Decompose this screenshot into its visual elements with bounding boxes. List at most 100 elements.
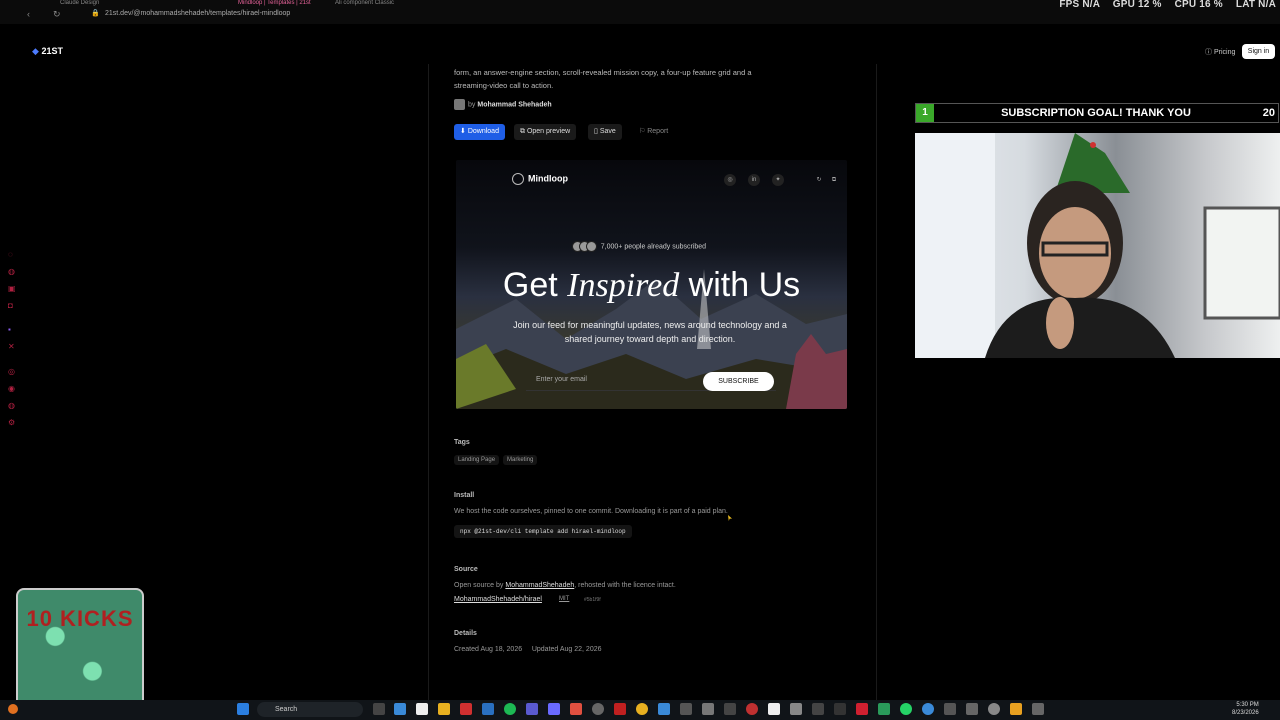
app-icon[interactable] bbox=[394, 703, 406, 715]
license-link[interactable]: MIT bbox=[559, 596, 569, 602]
app-icon[interactable] bbox=[482, 703, 494, 715]
details-dates: Created Aug 18, 2026 Updated Aug 22, 202… bbox=[454, 646, 602, 653]
source-suffix: , rehosted with the licence intact. bbox=[574, 582, 676, 589]
preview-body: Join our feed for meaningful updates, ne… bbox=[513, 320, 787, 344]
download-button[interactable]: ⬇ Download bbox=[454, 124, 505, 140]
pricing-label: Pricing bbox=[1213, 49, 1236, 56]
tab-active[interactable]: Mindloop | Templates | 21st bbox=[238, 0, 323, 7]
app-icon[interactable] bbox=[680, 703, 692, 715]
app-icon[interactable] bbox=[592, 703, 604, 715]
avatar bbox=[454, 99, 465, 110]
preview-brand: Mindloop bbox=[512, 173, 568, 185]
app-icon[interactable] bbox=[856, 703, 868, 715]
rail-icon[interactable]: ◍ bbox=[8, 268, 16, 276]
app-icon[interactable] bbox=[460, 703, 472, 715]
app-icon[interactable] bbox=[878, 703, 890, 715]
twitter-icon[interactable]: ✦ bbox=[772, 174, 784, 186]
refresh-icon[interactable]: ↻ bbox=[813, 174, 825, 186]
app-icon[interactable] bbox=[988, 703, 1000, 715]
tab[interactable]: Claude Design bbox=[60, 0, 130, 7]
source-prefix: Open source by bbox=[454, 582, 504, 589]
tab[interactable]: Ali component Classic bbox=[335, 0, 425, 7]
rail-icon[interactable]: ▣ bbox=[8, 285, 16, 293]
rail-icon[interactable]: ✕ bbox=[8, 343, 16, 351]
linkedin-icon[interactable]: in bbox=[748, 174, 760, 186]
app-icon[interactable] bbox=[658, 703, 670, 715]
taskview-icon[interactable] bbox=[373, 703, 385, 715]
rail-icon[interactable]: ⚙ bbox=[8, 419, 16, 427]
mouse-cursor-icon bbox=[728, 515, 732, 521]
app-icon[interactable] bbox=[966, 703, 978, 715]
windows-start-icon[interactable] bbox=[237, 703, 249, 715]
download-label: Download bbox=[467, 128, 499, 135]
kicks-label: 10 KICKS bbox=[26, 606, 134, 631]
app-icon[interactable] bbox=[570, 703, 582, 715]
signin-button[interactable]: Sign in bbox=[1242, 44, 1275, 59]
app-icon[interactable] bbox=[614, 703, 626, 715]
subscribe-button[interactable]: SUBSCRIBE bbox=[703, 372, 774, 391]
webcam-image bbox=[915, 133, 1280, 358]
author-name[interactable]: Mohammad Shehadeh bbox=[477, 101, 551, 108]
app-icon[interactable] bbox=[526, 703, 538, 715]
settings-icon[interactable] bbox=[1032, 703, 1044, 715]
back-icon[interactable]: ‹ bbox=[27, 9, 30, 19]
source-author-link[interactable]: MohammadShehadeh bbox=[505, 582, 574, 589]
site-logo[interactable]: ◆ 21ST bbox=[32, 46, 63, 57]
app-icon[interactable] bbox=[812, 703, 824, 715]
app-icon[interactable] bbox=[768, 703, 780, 715]
taskbar-clock[interactable]: 5:30 PM 8/23/2026 bbox=[1232, 701, 1259, 717]
rail-icon[interactable]: ◘ bbox=[8, 302, 16, 310]
rail-icon[interactable]: ◎ bbox=[8, 368, 16, 376]
whatsapp-icon[interactable] bbox=[900, 703, 912, 715]
goal-current: 1 bbox=[916, 104, 934, 122]
rail-icon[interactable]: ◉ bbox=[8, 385, 16, 393]
app-icon[interactable] bbox=[1010, 703, 1022, 715]
report-button[interactable]: ⚐ Report bbox=[633, 124, 674, 140]
logo-text: 21ST bbox=[41, 46, 63, 56]
install-command[interactable]: npx @21st-dev/cli template add hirael-mi… bbox=[454, 525, 632, 538]
flag-icon: ⚐ bbox=[639, 128, 646, 135]
tag[interactable]: Landing Page bbox=[454, 455, 500, 465]
install-title: Install bbox=[454, 492, 475, 499]
twitch-icon[interactable]: ▪ bbox=[8, 326, 16, 334]
app-icon[interactable] bbox=[944, 703, 956, 715]
app-icon[interactable] bbox=[746, 703, 758, 715]
webcam-feed bbox=[915, 133, 1280, 358]
address-bar: ‹ ↻ 🔒 21st.dev/@mohammadshehadeh/templat… bbox=[0, 7, 1280, 24]
instagram-icon[interactable]: ◎ bbox=[724, 174, 736, 186]
preview-headline: Get Inspired with Us bbox=[456, 266, 847, 305]
headline-part: Get bbox=[502, 266, 558, 304]
app-icon[interactable] bbox=[724, 703, 736, 715]
app-icon[interactable] bbox=[834, 703, 846, 715]
install-text: We host the code ourselves, pinned to on… bbox=[454, 508, 728, 515]
url-field[interactable]: 21st.dev/@mohammadshehadeh/templates/hir… bbox=[105, 10, 290, 17]
external-link-icon[interactable]: ⧉ bbox=[828, 174, 840, 186]
lock-icon: 🔒 bbox=[91, 10, 100, 17]
chrome-icon[interactable] bbox=[636, 703, 648, 715]
open-preview-button[interactable]: ⧉ Open preview bbox=[514, 124, 577, 140]
preview-label: Open preview bbox=[526, 128, 571, 135]
app-icon[interactable] bbox=[702, 703, 714, 715]
taskbar-search[interactable]: Search bbox=[257, 702, 363, 717]
folder-icon[interactable] bbox=[438, 703, 450, 715]
spotify-icon[interactable] bbox=[504, 703, 516, 715]
weather-icon[interactable] bbox=[8, 704, 18, 714]
app-icon[interactable] bbox=[416, 703, 428, 715]
download-icon: ⬇ bbox=[460, 128, 466, 135]
template-description: form, an answer-engine section, scroll-r… bbox=[454, 68, 752, 90]
discord-icon[interactable] bbox=[548, 703, 560, 715]
clock-time: 5:30 PM bbox=[1236, 702, 1259, 708]
pricing-link[interactable]: ⓘ Pricing bbox=[1205, 47, 1235, 57]
rail-icon[interactable]: ◌ bbox=[8, 251, 16, 259]
rail-icon[interactable]: ◍ bbox=[8, 402, 16, 410]
brand-label: Mindloop bbox=[528, 173, 568, 184]
app-icon[interactable] bbox=[922, 703, 934, 715]
save-button[interactable]: ▯ Save bbox=[588, 124, 622, 140]
app-icon[interactable] bbox=[790, 703, 802, 715]
tag[interactable]: Marketing bbox=[503, 455, 538, 465]
repo-link[interactable]: MohammadShehadeh/hirael bbox=[454, 596, 542, 603]
divider bbox=[428, 64, 429, 700]
bookmark-icon: ▯ bbox=[594, 128, 598, 135]
tags-title: Tags bbox=[454, 439, 470, 446]
reload-icon[interactable]: ↻ bbox=[53, 9, 61, 20]
